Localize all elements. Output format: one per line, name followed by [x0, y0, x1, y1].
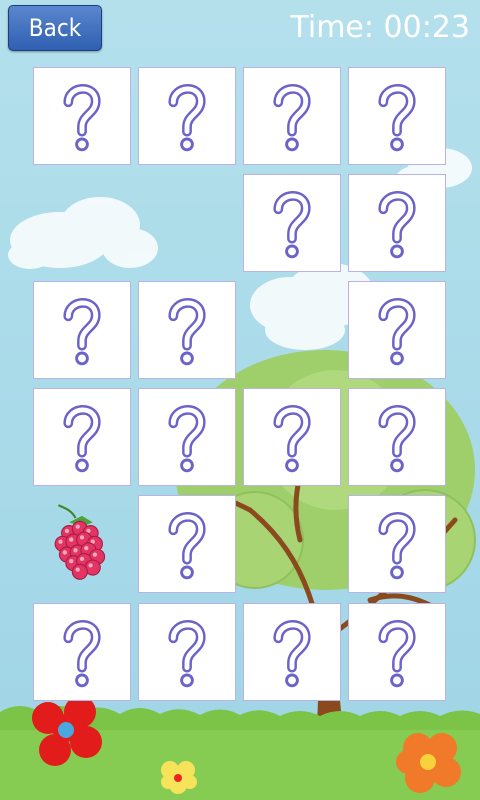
- question-mark-icon: [378, 191, 416, 259]
- memory-card-hidden[interactable]: [348, 603, 446, 701]
- memory-card-hidden[interactable]: [138, 495, 236, 593]
- memory-card-hidden[interactable]: [33, 603, 131, 701]
- question-mark-icon: [63, 298, 101, 366]
- memory-card-hidden[interactable]: [243, 174, 341, 272]
- memory-card-hidden[interactable]: [138, 603, 236, 701]
- memory-card-hidden[interactable]: [138, 388, 236, 486]
- question-mark-icon: [273, 620, 311, 688]
- memory-card-hidden[interactable]: [348, 174, 446, 272]
- question-mark-icon: [63, 405, 101, 473]
- question-mark-icon: [168, 405, 206, 473]
- memory-card-hidden[interactable]: [348, 281, 446, 379]
- question-mark-icon: [63, 620, 101, 688]
- question-mark-icon: [168, 84, 206, 152]
- memory-card-hidden[interactable]: [243, 67, 341, 165]
- question-mark-icon: [273, 405, 311, 473]
- question-mark-icon: [378, 405, 416, 473]
- memory-card-hidden[interactable]: [243, 388, 341, 486]
- question-mark-icon: [168, 512, 206, 580]
- memory-card-hidden[interactable]: [33, 67, 131, 165]
- memory-card-hidden[interactable]: [348, 495, 446, 593]
- question-mark-icon: [378, 620, 416, 688]
- question-mark-icon: [63, 84, 101, 152]
- memory-card-hidden[interactable]: [33, 388, 131, 486]
- raspberry-icon: [54, 504, 106, 580]
- memory-card-hidden[interactable]: [348, 388, 446, 486]
- matched-raspberry: [49, 503, 115, 593]
- question-mark-icon: [378, 84, 416, 152]
- timer-label: Time: 00:23: [290, 9, 470, 45]
- question-mark-icon: [168, 620, 206, 688]
- memory-card-hidden[interactable]: [243, 603, 341, 701]
- memory-card-hidden[interactable]: [138, 281, 236, 379]
- memory-card-hidden[interactable]: [33, 281, 131, 379]
- red-flower: [32, 696, 102, 766]
- question-mark-icon: [378, 298, 416, 366]
- question-mark-icon: [168, 298, 206, 366]
- memory-card-hidden[interactable]: [348, 67, 446, 165]
- question-mark-icon: [378, 512, 416, 580]
- back-button[interactable]: Back: [8, 5, 102, 51]
- memory-card-hidden[interactable]: [138, 67, 236, 165]
- question-mark-icon: [273, 191, 311, 259]
- question-mark-icon: [273, 84, 311, 152]
